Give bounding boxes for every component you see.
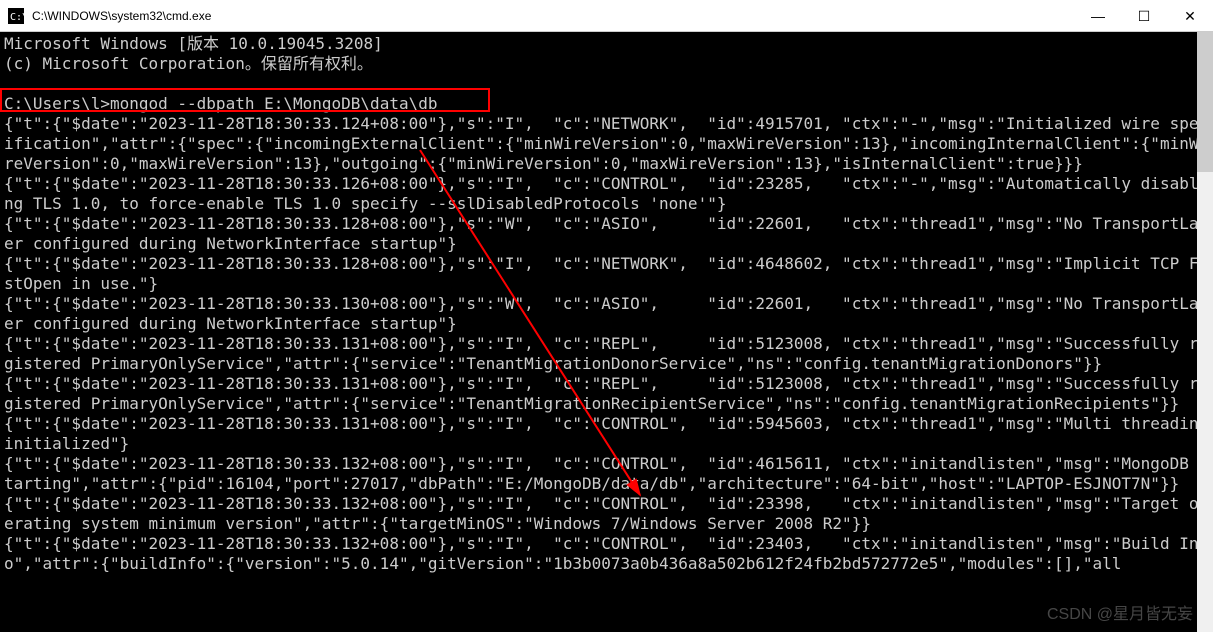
log-line: {"t":{"$date":"2023-11-28T18:30:33.131+0… bbox=[4, 374, 1208, 413]
log-line: {"t":{"$date":"2023-11-28T18:30:33.131+0… bbox=[4, 334, 1208, 373]
log-line: {"t":{"$date":"2023-11-28T18:30:33.128+0… bbox=[4, 254, 1208, 293]
terminal-output[interactable]: Microsoft Windows [版本 10.0.19045.3208] (… bbox=[0, 32, 1213, 632]
copyright-line: (c) Microsoft Corporation。保留所有权利。 bbox=[4, 54, 373, 73]
log-line: {"t":{"$date":"2023-11-28T18:30:33.124+0… bbox=[4, 114, 1208, 173]
version-line: Microsoft Windows [版本 10.0.19045.3208] bbox=[4, 34, 383, 53]
svg-text:C:\: C:\ bbox=[10, 12, 24, 23]
scrollbar[interactable] bbox=[1197, 32, 1213, 632]
prompt: C:\Users\l> bbox=[4, 94, 110, 113]
log-line: {"t":{"$date":"2023-11-28T18:30:33.126+0… bbox=[4, 174, 1208, 213]
log-line: {"t":{"$date":"2023-11-28T18:30:33.132+0… bbox=[4, 454, 1208, 493]
log-line: {"t":{"$date":"2023-11-28T18:30:33.130+0… bbox=[4, 294, 1208, 333]
log-line: {"t":{"$date":"2023-11-28T18:30:33.131+0… bbox=[4, 414, 1213, 453]
close-button[interactable]: ✕ bbox=[1167, 0, 1213, 32]
scrollbar-thumb[interactable] bbox=[1197, 32, 1213, 172]
log-line: {"t":{"$date":"2023-11-28T18:30:33.132+0… bbox=[4, 494, 1208, 533]
log-line: {"t":{"$date":"2023-11-28T18:30:33.132+0… bbox=[4, 534, 1208, 573]
cmd-icon: C:\ bbox=[8, 8, 24, 24]
title-bar: C:\ C:\WINDOWS\system32\cmd.exe — ☐ ✕ bbox=[0, 0, 1213, 32]
command: mongod --dbpath E:\MongoDB\data\db bbox=[110, 94, 438, 113]
window-title: C:\WINDOWS\system32\cmd.exe bbox=[32, 9, 1075, 23]
log-line: {"t":{"$date":"2023-11-28T18:30:33.128+0… bbox=[4, 214, 1208, 253]
window-controls: — ☐ ✕ bbox=[1075, 0, 1213, 31]
minimize-button[interactable]: — bbox=[1075, 0, 1121, 32]
maximize-button[interactable]: ☐ bbox=[1121, 0, 1167, 32]
